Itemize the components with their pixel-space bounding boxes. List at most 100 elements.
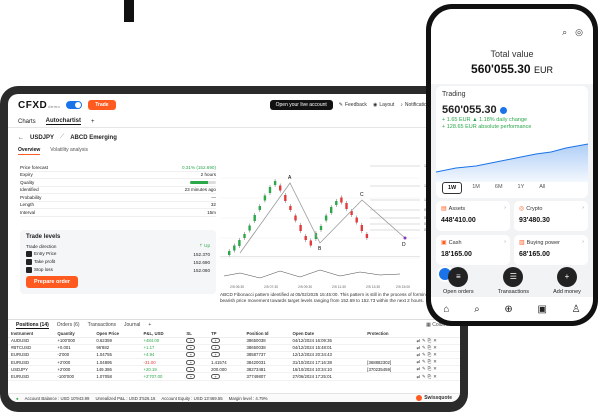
row-actions[interactable]: ⇌✎⎘✕ xyxy=(413,372,460,381)
col-header[interactable]: P&L, USD xyxy=(140,330,184,338)
col-header[interactable]: Instrument xyxy=(8,330,55,338)
period-1y[interactable]: 1Y xyxy=(513,182,530,194)
candle-body xyxy=(238,240,241,246)
wallet-icon[interactable]: ▣ xyxy=(538,304,547,315)
add-tab-button[interactable]: + xyxy=(91,119,95,125)
status-bar: ● Account Balance : USD 10'943.99 Unreal… xyxy=(8,393,460,402)
col-header[interactable]: Position Id xyxy=(243,330,290,338)
period-1m[interactable]: 1M xyxy=(467,182,485,194)
period-1w[interactable]: 1W xyxy=(442,182,463,194)
checkbox-icon[interactable] xyxy=(26,259,32,265)
checkbox-icon[interactable] xyxy=(26,251,32,257)
row-actions[interactable]: ⇌✎⎘✕ xyxy=(413,344,460,352)
add-level-button[interactable]: + xyxy=(186,359,196,365)
table-cell: #BTCUSD xyxy=(8,344,55,352)
period-6m[interactable]: 6M xyxy=(490,182,508,194)
table-cell[interactable]: + xyxy=(208,337,244,345)
add-money-action[interactable]: + Add money xyxy=(553,267,581,295)
table-row[interactable]: #BTCUSD +0.001 96'882 +1.17 + +38650038 04/12/… xyxy=(8,344,460,352)
entry-price-row[interactable]: Entry Price 152.370 xyxy=(26,250,210,258)
table-cell[interactable]: + xyxy=(208,344,244,352)
demo-toggle[interactable] xyxy=(66,101,83,109)
add-level-button[interactable]: + xyxy=(211,352,221,358)
open-orders-action[interactable]: ≡ Open orders xyxy=(443,267,474,295)
add-panel-tab-button[interactable]: + xyxy=(148,322,151,328)
table-cell[interactable]: + xyxy=(183,372,209,381)
stop-loss-row[interactable]: Stop loss 152.060 xyxy=(26,266,210,274)
table-row[interactable]: USDJPY +2'000 149.386 +20.19 +200.000 3827348… xyxy=(8,365,460,374)
tab-overview[interactable]: Overview xyxy=(18,147,41,155)
table-cell[interactable]: + xyxy=(183,337,209,345)
search-icon[interactable]: ⌕ xyxy=(474,304,480,315)
table-cell[interactable]: + xyxy=(183,344,209,352)
tab-journal[interactable]: Journal xyxy=(124,322,140,328)
col-header[interactable]: Quantity xyxy=(54,330,94,338)
trade-button[interactable]: Trade xyxy=(88,100,116,110)
add-level-button[interactable]: + xyxy=(186,352,196,358)
account-equity: Account Equity : USD 13'469.55 xyxy=(161,395,223,401)
row-actions[interactable]: ⇌✎⎘✕ xyxy=(413,365,460,374)
col-header[interactable]: Protection xyxy=(364,330,414,338)
table-cell[interactable]: + xyxy=(208,372,244,381)
col-header[interactable]: SL xyxy=(183,330,209,338)
row-actions[interactable]: ⇌✎⎘✕ xyxy=(413,351,460,360)
take-profit-row[interactable]: Take profit 152.690 xyxy=(26,258,210,266)
tile-buying-power[interactable]: ▥ Buying power 68'165.00 › xyxy=(514,235,588,265)
table-row[interactable]: EURUSD -100'000 1.07058 +2'707.00 + +37749807… xyxy=(8,372,460,381)
back-arrow-icon[interactable]: ← xyxy=(18,135,24,141)
row-actions[interactable]: ⇌✎⎘✕ xyxy=(413,358,460,367)
candle-body xyxy=(289,206,292,210)
trade-levels-title: Trade levels xyxy=(26,234,61,240)
add-level-button[interactable]: + xyxy=(186,374,196,380)
add-level-button[interactable]: + xyxy=(186,366,196,372)
add-level-button[interactable]: + xyxy=(211,338,221,344)
tile-crypto[interactable]: ◎ Crypto 93'480.30 › xyxy=(514,201,588,231)
table-cell[interactable]: + xyxy=(208,351,244,360)
candle-body xyxy=(253,215,256,221)
prepare-order-button[interactable]: Prepare order xyxy=(26,276,79,288)
tile-assets[interactable]: ▤ Assets 448'410.00 › xyxy=(436,201,510,231)
col-header[interactable]: TP xyxy=(208,330,244,338)
transactions-action[interactable]: ☰ Transactions xyxy=(498,267,529,295)
table-cell: 38587737 xyxy=(243,351,290,360)
table-cell: 12/12/2024 20:34:43 xyxy=(289,351,365,360)
table-cell[interactable]: 1.41574 xyxy=(208,358,244,367)
tab-charts[interactable]: Charts xyxy=(18,119,36,125)
table-row[interactable]: AUDUSD +100'000 0.62359 +484.00 + +38650038 04… xyxy=(8,337,460,345)
tab-positions[interactable]: Positions (14) xyxy=(16,322,49,329)
table-cell: -2'000 xyxy=(54,351,94,360)
account-icon[interactable]: ◎ xyxy=(575,27,583,38)
checkbox-icon[interactable] xyxy=(26,267,32,273)
tab-orders[interactable]: Orders (6) xyxy=(57,322,80,328)
table-cell[interactable]: + xyxy=(183,365,209,374)
tile-cash[interactable]: ▣ Cash 18'165.00 › xyxy=(436,235,510,265)
profile-icon[interactable]: ♙ xyxy=(572,304,581,315)
tab-autochartist[interactable]: Autochartist xyxy=(45,118,82,125)
layout-link[interactable]: ◉ Layout xyxy=(373,102,394,108)
trade-icon[interactable]: ⊕ xyxy=(504,304,512,315)
table-row[interactable]: EURUSD +2'000 1.04895 -31.00 +1.41574 3842003… xyxy=(8,358,460,367)
add-level-button[interactable]: + xyxy=(211,345,221,351)
pattern-details: Price forecast 0.31% (152.690) Expiry 2 ho… xyxy=(20,164,216,217)
trading-card[interactable]: Trading 560'055.30 + 1.65 EUR ▲ 1.18% da… xyxy=(436,86,588,198)
add-level-button[interactable]: + xyxy=(186,345,196,351)
tab-transactions[interactable]: Transactions xyxy=(88,322,116,328)
home-icon[interactable]: ⌂ xyxy=(443,304,449,315)
row-actions[interactable]: ⇌✎⎘✕ xyxy=(413,337,460,345)
table-row[interactable]: EURUSD -2'000 1.04755 +4.94 + +38587737 12/12/… xyxy=(8,351,460,360)
connection-dot-icon: ● xyxy=(16,395,19,401)
col-header[interactable]: Open Price xyxy=(93,330,141,338)
table-cell: +2'707.00 xyxy=(140,372,184,381)
table-cell: +2'000 xyxy=(54,358,94,367)
feedback-link[interactable]: ✎ Feedback xyxy=(339,102,367,108)
table-cell[interactable]: 200.000 xyxy=(208,365,244,374)
table-cell[interactable]: + xyxy=(183,351,209,360)
table-cell[interactable]: + xyxy=(183,358,209,367)
add-level-button[interactable]: + xyxy=(211,374,221,380)
tab-volatility-analysis[interactable]: Volatility analysis xyxy=(50,147,88,155)
add-level-button[interactable]: + xyxy=(186,338,196,344)
search-icon[interactable]: ⌕ xyxy=(562,27,567,38)
period-all[interactable]: All xyxy=(534,182,550,194)
open-live-account-button[interactable]: Open your live account xyxy=(269,100,333,110)
col-header[interactable]: Open Date xyxy=(289,330,365,338)
